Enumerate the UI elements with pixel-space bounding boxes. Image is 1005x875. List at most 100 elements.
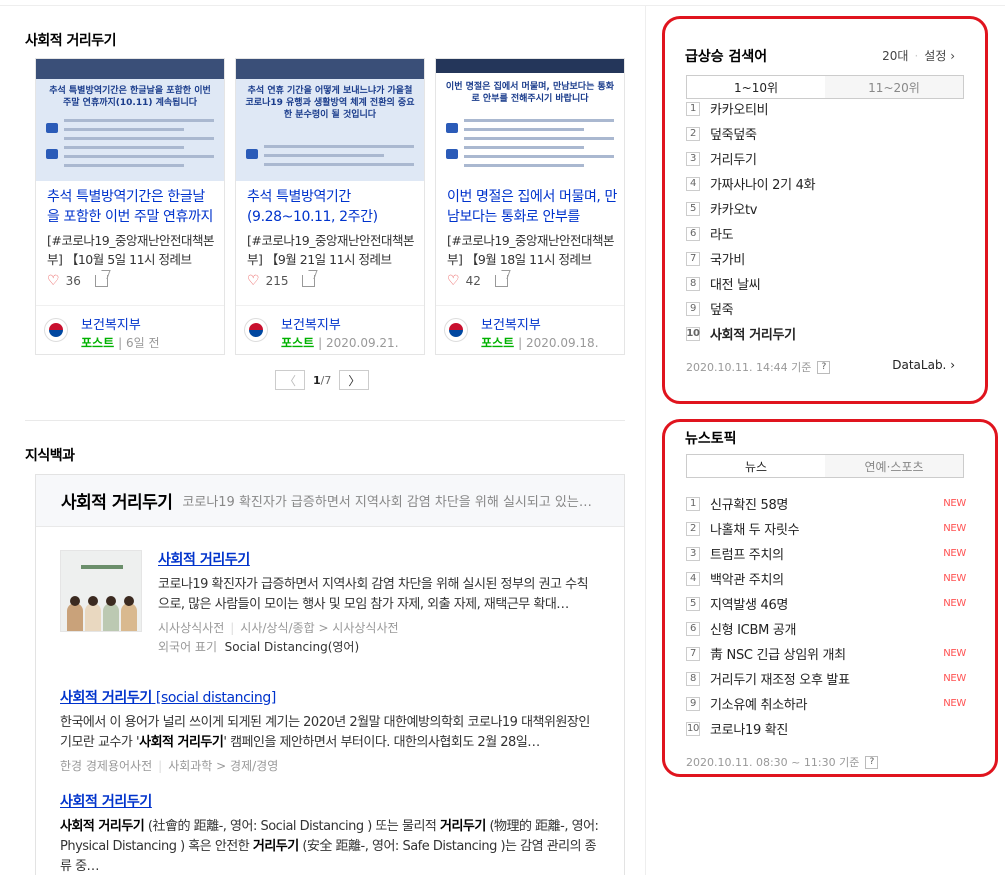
new-badge: NEW xyxy=(943,498,966,509)
tab-news[interactable]: 뉴스 xyxy=(687,455,825,477)
entry-text: 한국에서 이 용어가 널리 쓰이게 되게된 계기는 2020년 2월말 대한예방… xyxy=(60,715,590,750)
entry-source-name[interactable]: 시사상식사전 xyxy=(158,621,224,635)
share-icon[interactable] xyxy=(94,275,108,287)
author-name[interactable]: 보건복지부 xyxy=(281,314,341,333)
knowledge-box: 사회적 거리두기 코로나19 확진자가 급증하면서 지역사회 감염 차단을 위해… xyxy=(35,474,625,875)
post-title[interactable]: 이번 명절은 집에서 머물며, 만남보다는 통화로 안부를 xyxy=(447,187,617,227)
author-name[interactable]: 보건복지부 xyxy=(81,314,141,333)
news-keyword[interactable]: 신규확진 58명 xyxy=(710,494,788,513)
entry-title[interactable]: 사회적 거리두기 xyxy=(158,549,598,569)
post-author[interactable]: 보건복지부 포스트 | 6일 전 xyxy=(36,305,224,350)
heart-icon[interactable]: ♡ xyxy=(447,273,460,289)
news-item[interactable]: 4 백악관 주치의 NEW xyxy=(686,566,966,591)
trending-keyword[interactable]: 거리두기 xyxy=(710,149,757,168)
trending-keyword[interactable]: 라도 xyxy=(710,224,734,243)
prev-page-button[interactable]: 〈 xyxy=(275,370,305,390)
trending-item[interactable]: 7 국가비 xyxy=(686,246,966,271)
post-author[interactable]: 보건복지부 포스트 | 2020.09.21. xyxy=(236,305,424,350)
post-title[interactable]: 추석 특별방역기간은 한글날을 포함한 이번 주말 연휴까지 xyxy=(47,187,217,227)
news-keyword[interactable]: 기소유예 취소하라 xyxy=(710,694,807,713)
post-thumbnail[interactable]: 추석 특별방역기간은 한글날을 포함한 이번 주말 연휴까지(10.11) 계속… xyxy=(36,59,224,181)
news-keyword[interactable]: 백악관 주치의 xyxy=(710,569,784,588)
post-actions: ♡ 36 xyxy=(47,273,108,289)
trending-item[interactable]: 8 대전 날씨 xyxy=(686,271,966,296)
post-card[interactable]: 추석 특별방역기간은 한글날을 포함한 이번 주말 연휴까지(10.11) 계속… xyxy=(35,58,225,355)
news-item[interactable]: 1 신규확진 58명 NEW xyxy=(686,491,966,516)
news-keyword[interactable]: 지역발생 46명 xyxy=(710,594,788,613)
post-thumbnail[interactable]: 이번 명절은 집에서 머물며, 만남보다는 통화로 안부를 전해주시기 바랍니다 xyxy=(436,59,624,181)
tab-rank-11-20[interactable]: 11~20위 xyxy=(825,76,963,98)
news-item[interactable]: 3 트럼프 주치의 NEW xyxy=(686,541,966,566)
post-card[interactable]: 추석 연휴 기간을 어떻게 보내느냐가 가을철 코로나19 유행과 생활방역 체… xyxy=(235,58,425,355)
entry-thumbnail[interactable] xyxy=(60,550,142,632)
trending-keyword[interactable]: 가짜사나이 2기 4화 xyxy=(710,174,816,193)
post-actions: ♡ 42 xyxy=(447,273,508,289)
entry-title[interactable]: 사회적 거리두기 [social distancing] xyxy=(60,687,600,707)
trending-item[interactable]: 1 카카오티비 xyxy=(686,96,966,121)
news-keyword[interactable]: 靑 NSC 긴급 상임위 개최 xyxy=(710,644,846,663)
trending-keyword[interactable]: 사회적 거리두기 xyxy=(710,324,796,343)
news-keyword[interactable]: 신형 ICBM 공개 xyxy=(710,619,796,638)
thumbnail-headline: 추석 특별방역기간은 한글날을 포함한 이번 주말 연휴까지(10.11) 계속… xyxy=(49,86,211,108)
datalab-link[interactable]: DataLab. › xyxy=(892,358,955,372)
page-indicator: 1/7 xyxy=(313,373,332,387)
knowledge-head-summary: 코로나19 확진자가 급증하면서 지역사회 감염 차단을 위해 실시되고 있는… xyxy=(182,495,592,510)
trending-item[interactable]: 10 사회적 거리두기 xyxy=(686,321,966,346)
news-keyword[interactable]: 트럼프 주치의 xyxy=(710,544,784,563)
top-divider xyxy=(0,5,1005,6)
news-keyword[interactable]: 거리두기 재조정 오후 발표 xyxy=(710,669,850,688)
post-title[interactable]: 추석 특별방역기간 (9.28~10.11, 2주간) xyxy=(247,187,417,227)
post-thumbnail[interactable]: 추석 연휴 기간을 어떻게 보내느냐가 가을철 코로나19 유행과 생활방역 체… xyxy=(236,59,424,181)
entry-source-path[interactable]: 시사/상식/종합 > 시사상식사전 xyxy=(240,621,398,635)
news-item[interactable]: 10 코로나19 확진 xyxy=(686,716,966,741)
trending-item[interactable]: 4 가짜사나이 2기 4화 xyxy=(686,171,966,196)
knowledge-entry: 사회적 거리두기 코로나19 확진자가 급증하면서 지역사회 감염 차단을 위해… xyxy=(158,549,598,655)
heart-icon[interactable]: ♡ xyxy=(47,273,60,289)
trending-item[interactable]: 2 덮죽덮죽 xyxy=(686,121,966,146)
news-item[interactable]: 7 靑 NSC 긴급 상임위 개최 NEW xyxy=(686,641,966,666)
trending-keyword[interactable]: 대전 날씨 xyxy=(710,274,761,293)
trending-keyword[interactable]: 덮죽 xyxy=(710,299,734,318)
post-actions: ♡ 215 xyxy=(247,273,316,289)
post-description[interactable]: [#코로나19_중앙재난안전대책본부] 【9월 18일 11시 정례브 xyxy=(447,231,617,269)
news-item[interactable]: 6 신형 ICBM 공개 xyxy=(686,616,966,641)
post-description[interactable]: [#코로나19_중앙재난안전대책본부] 【9월 21일 11시 정례브 xyxy=(247,231,417,269)
news-item[interactable]: 9 기소유예 취소하라 NEW xyxy=(686,691,966,716)
share-icon[interactable] xyxy=(494,275,508,287)
settings-link[interactable]: 설정 › xyxy=(924,49,955,63)
author-name[interactable]: 보건복지부 xyxy=(481,314,541,333)
news-footer: 2020.10.11. 08:30 ~ 11:30 기준 ? xyxy=(686,754,879,770)
rank-number: 6 xyxy=(686,621,700,636)
trending-keyword[interactable]: 덮죽덮죽 xyxy=(710,124,757,143)
share-icon[interactable] xyxy=(302,275,316,287)
trending-item[interactable]: 5 카카오tv xyxy=(686,196,966,221)
news-item[interactable]: 5 지역발생 46명 NEW xyxy=(686,591,966,616)
entry-source-path[interactable]: 사회과학 > 경제/경영 xyxy=(168,759,278,773)
news-item[interactable]: 8 거리두기 재조정 오후 발표 NEW xyxy=(686,666,966,691)
knowledge-head-title[interactable]: 사회적 거리두기 xyxy=(61,488,173,513)
help-icon[interactable]: ? xyxy=(817,360,831,374)
heart-icon[interactable]: ♡ xyxy=(247,273,260,289)
news-item[interactable]: 2 나홀채 두 자릿수 NEW xyxy=(686,516,966,541)
post-author[interactable]: 보건복지부 포스트 | 2020.09.18. xyxy=(436,305,624,350)
trending-item[interactable]: 9 덮죽 xyxy=(686,296,966,321)
help-icon[interactable]: ? xyxy=(865,755,879,769)
rank-number: 4 xyxy=(686,176,700,191)
post-card[interactable]: 이번 명절은 집에서 머물며, 만남보다는 통화로 안부를 전해주시기 바랍니다… xyxy=(435,58,625,355)
trending-item[interactable]: 6 라도 xyxy=(686,221,966,246)
thumbnail-headline: 추석 연휴 기간을 어떻게 보내느냐가 가을철 코로나19 유행과 생활방역 체… xyxy=(245,86,415,120)
tab-rank-1-10[interactable]: 1~10위 xyxy=(687,76,825,98)
next-page-button[interactable]: 〉 xyxy=(339,370,370,390)
entry-title[interactable]: 사회적 거리두기 xyxy=(60,791,600,811)
trending-keyword[interactable]: 카카오티비 xyxy=(710,99,769,118)
post-description[interactable]: [#코로나19_중앙재난안전대책본부] 【10월 5일 11시 정례브 xyxy=(47,231,217,269)
trending-keyword[interactable]: 국가비 xyxy=(710,249,745,268)
knowledge-header[interactable]: 사회적 거리두기 코로나19 확진자가 급증하면서 지역사회 감염 차단을 위해… xyxy=(36,475,624,527)
trending-keyword[interactable]: 카카오tv xyxy=(710,199,757,218)
age-filter[interactable]: 20대 xyxy=(882,49,908,63)
news-keyword[interactable]: 나홀채 두 자릿수 xyxy=(710,519,800,538)
news-keyword[interactable]: 코로나19 확진 xyxy=(710,719,788,738)
tab-entertainment-sports[interactable]: 연예·스포츠 xyxy=(825,455,963,477)
entry-source-name[interactable]: 한경 경제용어사전 xyxy=(60,759,152,773)
trending-item[interactable]: 3 거리두기 xyxy=(686,146,966,171)
